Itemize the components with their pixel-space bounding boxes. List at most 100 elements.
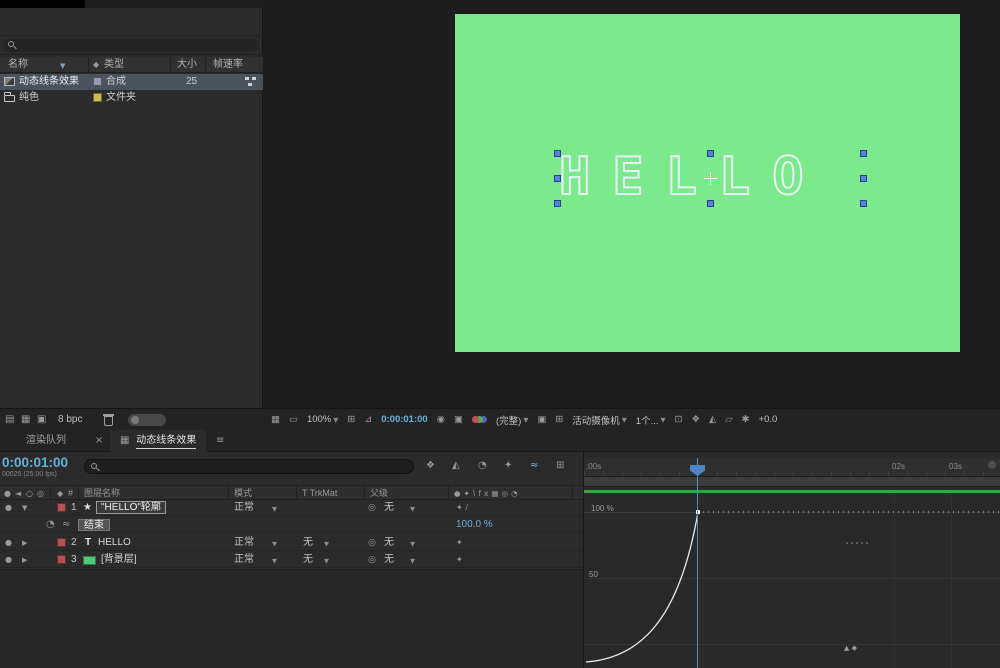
comp-text-hello[interactable]: HELLO: [558, 148, 826, 206]
composition-canvas[interactable]: HELLO: [455, 14, 960, 352]
tab-render-queue[interactable]: 渲染队列: [0, 430, 92, 452]
graph-handle-icons[interactable]: ▲ ◆: [844, 644, 857, 652]
visibility-icon[interactable]: ●: [5, 535, 12, 551]
visibility-icon[interactable]: ●: [5, 500, 12, 516]
panel-resize-knob[interactable]: [128, 414, 166, 426]
selection-handle[interactable]: [860, 175, 867, 182]
label-chip[interactable]: [93, 93, 102, 102]
pixel-aspect-icon[interactable]: ▱: [725, 414, 732, 425]
twirl-icon[interactable]: ▼: [22, 500, 27, 516]
twirl-icon[interactable]: ▶: [22, 535, 27, 551]
selection-handle[interactable]: [554, 150, 561, 157]
grid-options-icon[interactable]: ▦: [271, 414, 280, 425]
graph-editor[interactable]: 100 % 50 ▲ ◆: [584, 494, 1000, 668]
label-chip[interactable]: [57, 555, 66, 564]
snapshot-camera-icon[interactable]: ◉: [437, 414, 445, 425]
visibility-icon[interactable]: ●: [5, 552, 12, 568]
selection-handle[interactable]: [707, 200, 714, 207]
pickwhip-icon[interactable]: ◎: [368, 500, 376, 516]
project-col-type[interactable]: 类型: [104, 57, 124, 73]
mode-select[interactable]: 正常: [234, 552, 254, 568]
adjust-exposure-icon[interactable]: ◭: [709, 414, 716, 425]
layer-name[interactable]: [背景层]: [101, 552, 137, 568]
parent-dropdown-icon[interactable]: ▼: [410, 553, 415, 569]
pickwhip-icon[interactable]: ◎: [368, 552, 376, 568]
pickwhip-icon[interactable]: ◎: [368, 535, 376, 551]
monitor-icon[interactable]: ▭: [289, 414, 298, 425]
flowchart-icon[interactable]: [245, 77, 257, 87]
list-view-icon[interactable]: ▤: [5, 409, 14, 431]
viewer-time-display[interactable]: 0:00:01:00: [381, 414, 427, 425]
property-name[interactable]: 结束: [78, 519, 110, 531]
layer-row-3[interactable]: ● ▶ 3 [背景层] 正常 ▼ 无 ▼ ◎ 无 ▼ ✦: [0, 552, 583, 568]
layer-switches[interactable]: ✦: [456, 552, 463, 568]
exposure-value[interactable]: +0.0: [759, 414, 778, 425]
bpc-indicator[interactable]: 8 bpc: [58, 409, 82, 431]
motion-blur-icon[interactable]: ✦: [504, 460, 512, 471]
selection-handle[interactable]: [554, 200, 561, 207]
trash-icon[interactable]: [103, 414, 114, 426]
playhead-line[interactable]: [697, 458, 698, 668]
camera-view-select[interactable]: 活动摄像机 ▼: [572, 413, 627, 427]
fast-previews-icon[interactable]: ✱: [742, 414, 750, 425]
project-col-name[interactable]: 名称: [8, 57, 28, 73]
layer-name-edit[interactable]: "HELLO"轮廓: [96, 501, 166, 514]
parent-dropdown-icon[interactable]: ▼: [410, 536, 415, 552]
twirl-icon[interactable]: ▶: [22, 552, 27, 568]
thumbnail-icon[interactable]: ▣: [37, 409, 46, 431]
label-chip[interactable]: [57, 538, 66, 547]
project-col-framerate[interactable]: 帧速率: [213, 57, 243, 73]
view-layout-select[interactable]: 1个... ▼: [636, 413, 666, 427]
stopwatch-icon[interactable]: ◔: [46, 517, 55, 533]
resolution-select[interactable]: (完整) ▼: [496, 413, 528, 427]
trkmat-select[interactable]: 无: [303, 535, 313, 551]
comp-marker-icon[interactable]: ◎: [988, 460, 996, 470]
anchor-point-icon[interactable]: [704, 172, 717, 185]
mode-select[interactable]: 正常: [234, 535, 254, 551]
trkmat-dropdown-icon[interactable]: ▼: [324, 536, 329, 552]
selection-handle[interactable]: [707, 150, 714, 157]
col-trkmat[interactable]: T TrkMat: [302, 486, 337, 501]
label-column-icon[interactable]: ◆: [93, 57, 99, 73]
mode-dropdown-icon[interactable]: ▼: [272, 536, 277, 552]
col-parent[interactable]: 父级: [370, 486, 388, 501]
goto-view-icon[interactable]: ⊡: [674, 414, 682, 425]
layer-duration-bar[interactable]: [584, 490, 1000, 493]
trkmat-dropdown-icon[interactable]: ▼: [324, 553, 329, 569]
channels-icon[interactable]: [471, 416, 479, 423]
selection-handle[interactable]: [554, 175, 561, 182]
parent-select[interactable]: 无: [384, 535, 394, 551]
label-chip[interactable]: [57, 503, 66, 512]
draft3d-icon[interactable]: ◭: [452, 460, 460, 471]
comp-flowchart-icon[interactable]: ❖: [426, 460, 435, 471]
time-ruler[interactable]: :00s 02s 03s ◎: [584, 458, 1000, 477]
layer-row-1[interactable]: ● ▼ 1 ★ "HELLO"轮廓 正常 ▼ ◎ 无 ▼ ✦ /: [0, 500, 583, 516]
panel-menu-icon[interactable]: ≡: [216, 430, 224, 452]
project-col-size[interactable]: 大小: [177, 57, 197, 73]
mode-dropdown-icon[interactable]: ▼: [272, 553, 277, 569]
col-mode[interactable]: 模式: [234, 486, 252, 501]
flowchart-icon[interactable]: ❖: [691, 414, 700, 425]
project-item-name[interactable]: 纯色: [19, 90, 39, 106]
col-layer-name[interactable]: 图层名称: [84, 486, 120, 501]
ruler-icon[interactable]: ⊞: [347, 414, 355, 425]
layer-name[interactable]: HELLO: [98, 535, 131, 551]
parent-select[interactable]: 无: [384, 552, 394, 568]
mode-select[interactable]: 正常: [234, 500, 254, 516]
mode-dropdown-icon[interactable]: ▼: [272, 501, 277, 517]
project-item-name[interactable]: 动态线条效果: [19, 74, 79, 90]
layer-switches[interactable]: ✦ /: [456, 500, 468, 516]
property-value[interactable]: 100.0 %: [456, 517, 493, 533]
tab-close-icon[interactable]: ×: [95, 430, 103, 452]
show-snapshot-icon[interactable]: ▣: [454, 414, 463, 425]
parent-select[interactable]: 无: [384, 500, 394, 516]
layer-row-2[interactable]: ● ▶ 2 T HELLO 正常 ▼ 无 ▼ ◎ 无 ▼ ✦: [0, 535, 583, 551]
property-row[interactable]: ◔ ≈ 结束 100.0 %: [0, 517, 583, 533]
shy-layers-icon[interactable]: ◔: [478, 460, 487, 471]
project-row-folder[interactable]: 纯色 文件夹: [0, 90, 263, 106]
brainstorm-icon[interactable]: ⊞: [556, 460, 564, 471]
trkmat-select[interactable]: 无: [303, 552, 313, 568]
parent-dropdown-icon[interactable]: ▼: [410, 501, 415, 517]
transparency-grid-icon[interactable]: ⊞: [555, 414, 563, 425]
project-search-input[interactable]: [3, 39, 259, 52]
